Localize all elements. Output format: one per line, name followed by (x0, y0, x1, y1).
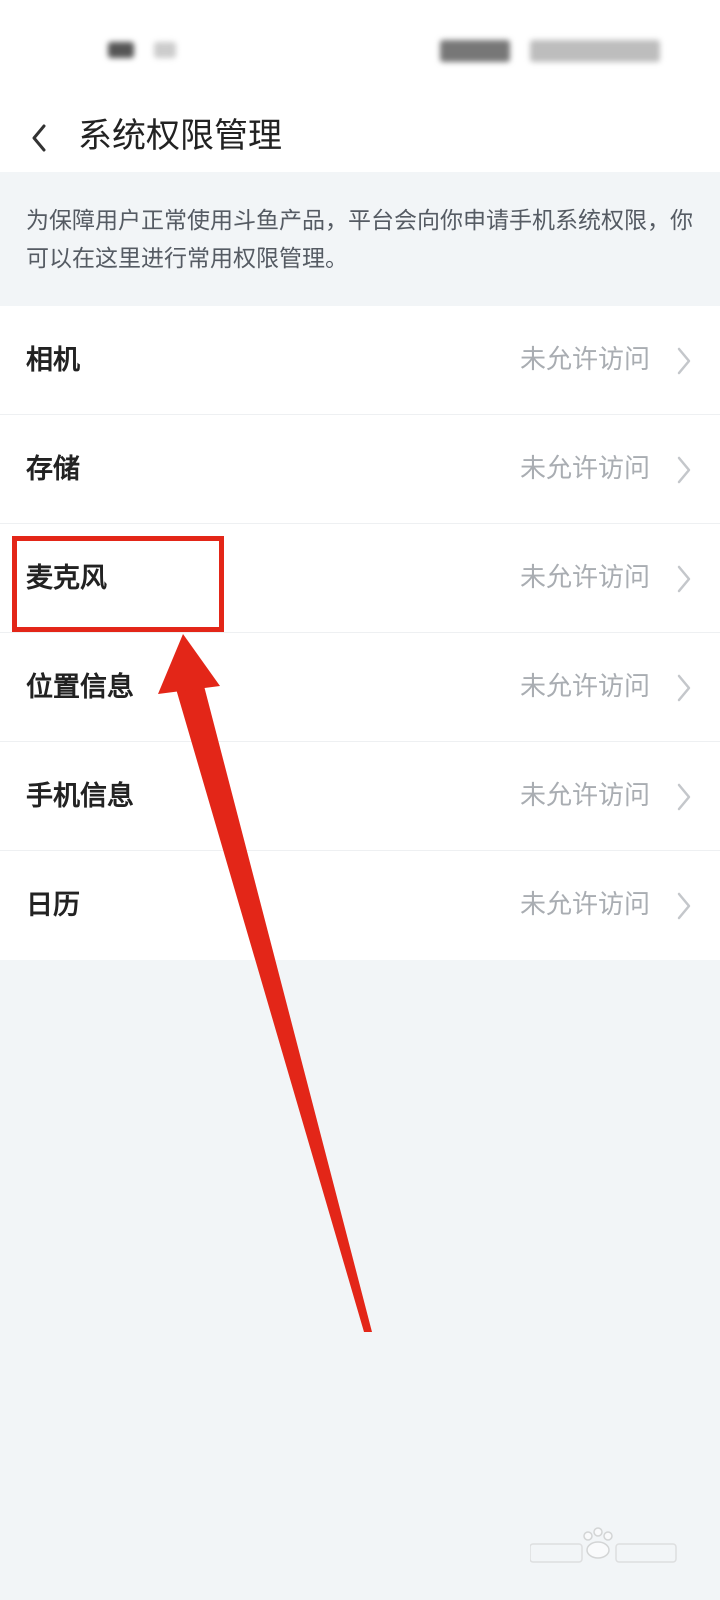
permission-notice: 为保障用户正常使用斗鱼产品，平台会向你申请手机系统权限，你可以在这里进行常用权限… (0, 172, 720, 306)
permission-row-location[interactable]: 位置信息 未允许访问 (0, 633, 720, 742)
chevron-right-icon (677, 892, 691, 920)
chevron-right-icon (677, 456, 691, 484)
status-icon-left-2 (154, 42, 176, 58)
screen: 系统权限管理 为保障用户正常使用斗鱼产品，平台会向你申请手机系统权限，你可以在这… (0, 0, 720, 1600)
chevron-right-icon (677, 565, 691, 593)
permission-name: 手机信息 (26, 781, 134, 812)
chevron-right-icon (677, 347, 691, 375)
permission-row-camera[interactable]: 相机 未允许访问 (0, 306, 720, 415)
status-bar (0, 0, 720, 100)
back-button[interactable] (18, 112, 62, 160)
permission-list: 相机 未允许访问 存储 未允许访问 麦克风 未允许访问 位置信息 未允许访问 手… (0, 306, 720, 960)
chevron-right-icon (677, 783, 691, 811)
permission-name: 日历 (26, 890, 80, 921)
header-bar: 系统权限管理 (0, 100, 720, 172)
permission-name: 麦克风 (26, 563, 107, 594)
permission-status: 未允许访问 (519, 454, 650, 484)
permission-row-calendar[interactable]: 日历 未允许访问 (0, 851, 720, 960)
chevron-left-icon (32, 124, 46, 152)
permission-name: 相机 (26, 345, 80, 376)
status-icon-left (108, 42, 134, 58)
battery-icon (530, 40, 660, 62)
permission-status: 未允许访问 (519, 781, 650, 811)
permission-status: 未允许访问 (519, 345, 650, 375)
permission-status: 未允许访问 (519, 563, 650, 593)
permission-row-storage[interactable]: 存储 未允许访问 (0, 415, 720, 524)
permission-status: 未允许访问 (519, 672, 650, 702)
chevron-right-icon (677, 674, 691, 702)
permission-name: 位置信息 (26, 672, 134, 703)
status-icons-right (440, 40, 510, 62)
page-title: 系统权限管理 (78, 116, 282, 156)
permission-name: 存储 (26, 454, 80, 485)
baidu-watermark-logo (530, 1527, 677, 1563)
permission-row-phone-info[interactable]: 手机信息 未允许访问 (0, 742, 720, 851)
permission-status: 未允许访问 (519, 890, 650, 920)
permission-row-microphone[interactable]: 麦克风 未允许访问 (0, 524, 720, 633)
